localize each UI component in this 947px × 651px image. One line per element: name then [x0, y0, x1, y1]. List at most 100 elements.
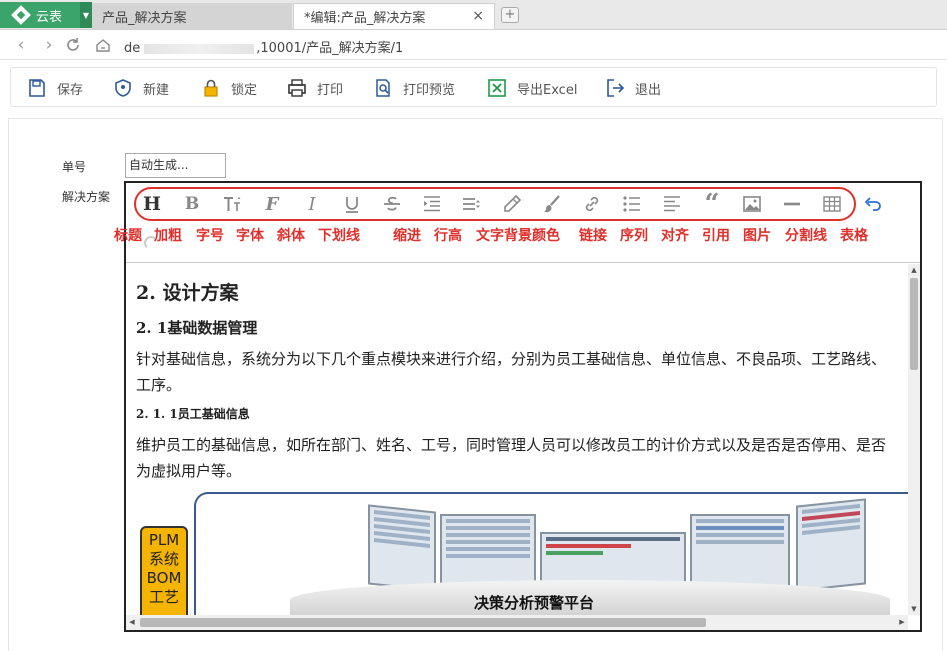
embedded-diagram-image: PLM系统BOM工艺 决策分析预警平台	[140, 492, 908, 615]
content-paragraph-2: 维护员工的基础信息，如所在部门、姓名、工号，同时管理人员可以修改员工的计价方式以…	[136, 436, 887, 480]
navigation-bar: ‹ › de ,10001/产品_解决方案/1	[0, 30, 947, 60]
scroll-left-icon[interactable]: ◀	[126, 615, 138, 630]
scroll-up-icon[interactable]: ▲	[908, 264, 920, 276]
save-icon	[27, 78, 47, 98]
vertical-scroll-thumb[interactable]	[910, 278, 918, 370]
save-button[interactable]: 保存	[27, 78, 83, 98]
lock-button[interactable]: 锁定	[201, 78, 257, 98]
refresh-icon[interactable]	[62, 34, 84, 56]
export-excel-label: 导出Excel	[517, 82, 578, 98]
align-button[interactable]	[659, 192, 685, 216]
scroll-right-icon[interactable]: ▶	[896, 615, 908, 630]
font-button[interactable]: F	[259, 192, 285, 216]
print-preview-icon	[373, 78, 393, 98]
save-label: 保存	[57, 82, 84, 98]
underline-button[interactable]	[339, 192, 365, 216]
annotation-font: 字体	[236, 228, 264, 244]
lock-icon	[201, 78, 221, 98]
strikethrough-icon	[384, 196, 400, 211]
print-label: 打印	[317, 82, 344, 98]
forward-icon[interactable]: ›	[38, 34, 60, 56]
annotation-link: 链接	[579, 228, 607, 244]
align-left-icon	[664, 196, 680, 212]
app-menu-dropdown-icon[interactable]: ▼	[80, 2, 92, 28]
url-obscured	[144, 43, 255, 54]
print-button[interactable]: 打印	[287, 78, 343, 98]
cloud-table-logo-icon	[11, 5, 31, 25]
tab-edit-product-solution[interactable]: *编辑:产品_解决方案 ×	[293, 3, 495, 29]
undo-icon	[864, 197, 881, 211]
print-preview-label: 打印预览	[403, 82, 456, 98]
horizontal-scrollbar[interactable]: ◀ ▶	[126, 615, 908, 630]
number-label: 单号	[62, 160, 87, 174]
exit-button[interactable]: 退出	[605, 78, 661, 98]
divider-icon	[784, 202, 800, 206]
excel-icon	[487, 78, 507, 98]
annotation-divider: 分割线	[785, 228, 827, 244]
solution-label: 解决方案	[62, 190, 111, 204]
address-url[interactable]: de ,10001/产品_解决方案/1	[124, 37, 403, 56]
line-height-icon	[463, 198, 480, 210]
italic-button[interactable]: I	[299, 192, 325, 216]
image-button[interactable]	[739, 192, 765, 216]
indent-icon	[424, 196, 440, 212]
annotation-table: 表格	[840, 228, 868, 244]
exit-label: 退出	[635, 82, 662, 98]
brush-button[interactable]	[539, 192, 565, 216]
underline-icon	[346, 197, 358, 213]
home-icon[interactable]	[92, 34, 114, 56]
editor-content[interactable]: 2. 设计方案 2. 1基础数据管理 针对基础信息，系统分为以下几个重点模块来进…	[126, 264, 908, 615]
pen-icon	[504, 194, 522, 212]
divider-button[interactable]	[779, 192, 805, 216]
content-heading-3: 2. 1基础数据管理	[136, 319, 258, 337]
line-height-button[interactable]	[459, 192, 485, 216]
new-icon	[113, 78, 133, 98]
close-tab-icon[interactable]: ×	[472, 8, 484, 24]
editor-toolbar: H B F I “ 标题 加粗 字号 字体 斜体 下划线 缩进 行高 文字背景颜…	[114, 183, 920, 263]
new-tab-button[interactable]: +	[501, 7, 519, 23]
export-excel-button[interactable]: 导出Excel	[487, 78, 577, 98]
text-bg-color-button[interactable]	[499, 192, 525, 216]
quote-button[interactable]: “	[699, 191, 725, 217]
rich-text-editor[interactable]: H B F I “ 标题 加粗 字号 字体 斜体 下划线 缩进 行高 文字背景颜…	[114, 181, 922, 632]
annotation-font-size: 字号	[196, 228, 224, 244]
tab-product-solution[interactable]: 产品_解决方案	[92, 3, 292, 29]
content-paragraph-1: 针对基础信息，系统分为以下几个重点模块来进行介绍，分别为员工基础信息、单位信息、…	[136, 350, 887, 394]
table-button[interactable]	[819, 192, 845, 216]
number-field[interactable]: 自动生成...	[125, 153, 226, 178]
brush-icon	[544, 195, 560, 213]
form-toolbar: 保存 新建 锁定 打印 打印预览 导出Excel 退出	[10, 67, 937, 107]
annotation-quote: 引用	[702, 228, 730, 244]
annotation-underline: 下划线	[318, 228, 360, 244]
annotation-align: 对齐	[661, 228, 689, 244]
indent-button[interactable]	[419, 192, 445, 216]
font-size-button[interactable]	[219, 192, 245, 216]
heading-button[interactable]: H	[139, 192, 165, 216]
undo-button[interactable]	[860, 192, 886, 216]
annotation-indent: 缩进	[393, 228, 421, 244]
list-button[interactable]	[619, 192, 645, 216]
strikethrough-button[interactable]	[379, 192, 405, 216]
new-label: 新建	[143, 82, 170, 98]
url-prefix: de	[124, 41, 141, 56]
url-path: ,10001/产品_解决方案/1	[256, 41, 404, 56]
list-icon	[623, 196, 640, 212]
bold-button[interactable]: B	[179, 192, 205, 216]
back-icon[interactable]: ‹	[10, 34, 32, 56]
print-preview-button[interactable]: 打印预览	[373, 78, 455, 98]
content-heading-4: 2. 1. 1员工基础信息	[136, 407, 250, 421]
app-menu-button[interactable]: 云表	[0, 2, 80, 28]
horizontal-scroll-thumb[interactable]	[140, 618, 706, 627]
scroll-down-icon[interactable]: ▼	[908, 603, 920, 615]
annotation-list: 序列	[620, 228, 648, 244]
link-button[interactable]	[579, 192, 605, 216]
link-icon	[585, 196, 599, 212]
lock-label: 锁定	[231, 82, 258, 98]
printer-icon	[287, 78, 307, 98]
tab-strip: 云表 ▼ 产品_解决方案 *编辑:产品_解决方案 × +	[0, 0, 947, 30]
vertical-scrollbar[interactable]: ▲ ▼	[908, 264, 920, 615]
table-icon	[823, 196, 841, 212]
new-button[interactable]: 新建	[113, 78, 169, 98]
annotation-italic: 斜体	[277, 228, 305, 244]
loading-spinner-icon	[144, 236, 158, 250]
